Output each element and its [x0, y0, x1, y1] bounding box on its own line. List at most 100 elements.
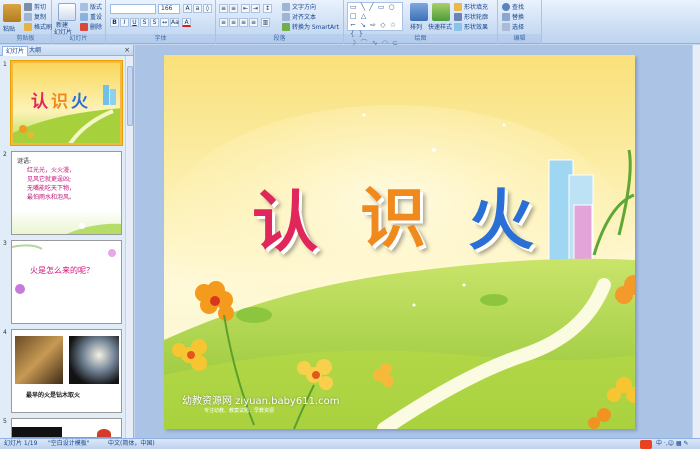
- editing-group-label: 编辑: [498, 34, 541, 43]
- effects-icon: [454, 22, 462, 31]
- paste-icon[interactable]: [3, 4, 21, 22]
- language-status[interactable]: 中文(简体，中国): [108, 439, 155, 449]
- align-text-button[interactable]: 对齐文本: [282, 12, 316, 21]
- delete-icon: [80, 22, 88, 31]
- arrange-button[interactable]: 排列: [410, 22, 422, 31]
- arrange-icon[interactable]: [410, 3, 428, 21]
- text-direction-button[interactable]: 文字方向: [282, 2, 316, 11]
- shape-fill-button[interactable]: 形状填充: [454, 2, 488, 11]
- slides-panel: 幻灯片 大纲 × 1 认识火 2 谜语: 红光光，火火漫， 见风它就更逞凶; 无…: [0, 45, 134, 438]
- font-size-combo[interactable]: 166: [158, 4, 180, 14]
- thumbnail-number: 3: [3, 240, 7, 247]
- theme-status: "空白设计模板": [48, 440, 90, 447]
- slide-thumbnail-1[interactable]: 认识火: [11, 61, 122, 145]
- paste-button[interactable]: 粘贴: [3, 24, 15, 33]
- watermark-text: 幼教资源网 ziyuan.baby611.com: [182, 396, 340, 407]
- delete-slide-button[interactable]: 删除: [80, 22, 102, 31]
- new-slide-icon[interactable]: [58, 3, 76, 21]
- columns-button[interactable]: ▥: [261, 18, 270, 27]
- thumbnail-5-red-block: [97, 429, 111, 437]
- select-button[interactable]: 选择: [502, 22, 524, 31]
- clear-format-button[interactable]: ◊: [203, 4, 212, 13]
- slides-group: 新建 幻灯片 版式 重设 删除 幻灯片: [52, 0, 106, 44]
- thumbnail-4-caption: 最早的火是钻木取火: [26, 392, 81, 399]
- font-name-combo[interactable]: [110, 4, 156, 14]
- line-spacing-button[interactable]: ↕: [263, 4, 272, 13]
- thumbnail-number: 2: [3, 151, 7, 158]
- copy-button[interactable]: 复制: [24, 12, 46, 21]
- replace-button[interactable]: 替换: [502, 12, 524, 21]
- thumbnail-scroll-thumb[interactable]: [127, 66, 133, 126]
- slide-thumbnail-3[interactable]: 火是怎么来的呢？: [11, 240, 122, 324]
- smartart-icon: [282, 22, 290, 31]
- shapes-gallery[interactable]: ▭ ╲ ╱ ▭ ○ □ △⌐ ↘ ⇨ ◇ ☆ { }☽ ⌒ ∿ ◠ ⊂ ⊃: [347, 2, 403, 56]
- tab-outline[interactable]: 大纲: [26, 46, 44, 56]
- numbering-button[interactable]: ≡: [229, 4, 238, 13]
- clipboard-group-label: 剪贴板: [0, 34, 51, 43]
- slide-editor: 认 识 火 幼教资源网 ziyuan.baby611.com 专注幼教、教案试题…: [135, 45, 700, 438]
- reset-button[interactable]: 重设: [80, 12, 102, 21]
- bullets-button[interactable]: ≡: [219, 4, 228, 13]
- editor-scrollbar[interactable]: [692, 45, 700, 438]
- align-left-button[interactable]: ≡: [219, 18, 228, 27]
- reset-icon: [80, 12, 88, 21]
- format-painter-button[interactable]: 格式刷: [24, 22, 52, 31]
- bold-button[interactable]: B: [110, 18, 119, 27]
- thumbnail-3-text: 火是怎么来的呢？: [30, 266, 94, 275]
- quick-styles-icon[interactable]: [432, 3, 450, 21]
- slide-thumbnail-5[interactable]: [11, 418, 122, 438]
- find-icon: [502, 2, 510, 11]
- slide-thumbnail-2[interactable]: 谜语: 红光光，火火漫， 见风它就更逞凶; 无嘴能吃天下物， 最怕雨水和泡风。: [11, 151, 122, 235]
- tab-slides[interactable]: 幻灯片: [2, 46, 29, 56]
- copy-icon: [24, 12, 32, 21]
- drawing-group-label: 绘图: [344, 34, 497, 43]
- close-panel-icon[interactable]: ×: [124, 46, 130, 54]
- strikethrough-button[interactable]: S: [140, 18, 149, 27]
- quick-styles-button[interactable]: 快速样式: [428, 22, 452, 31]
- current-slide[interactable]: 认 识 火 幼教资源网 ziyuan.baby611.com 专注幼教、教案试题…: [164, 55, 635, 429]
- decrease-indent-button[interactable]: ⇤: [241, 4, 250, 13]
- thumbnail-scrollbar[interactable]: [125, 56, 133, 438]
- drawing-group: ▭ ╲ ╱ ▭ ○ □ △⌐ ↘ ⇨ ◇ ☆ { }☽ ⌒ ∿ ◠ ⊂ ⊃ 排列…: [344, 0, 498, 56]
- font-color-button[interactable]: A: [182, 18, 191, 27]
- shape-outline-button[interactable]: 形状轮廓: [454, 12, 488, 21]
- ime-logo-icon[interactable]: [640, 440, 652, 449]
- align-text-icon: [282, 12, 290, 21]
- thumbnail-3-art: [12, 244, 116, 294]
- align-right-button[interactable]: ≡: [239, 18, 248, 27]
- char-spacing-button[interactable]: ↔: [160, 18, 169, 27]
- slide-thumbnail-4[interactable]: 最早的火是钻木取火: [11, 329, 122, 413]
- clipboard-group: 粘贴 剪切 复制 格式刷 剪贴板: [0, 0, 52, 44]
- outline-icon: [454, 12, 462, 21]
- ime-toolbar[interactable]: 中 ·,☺ ▦ ✎: [656, 439, 689, 449]
- smartart-button[interactable]: 转换为 SmartArt: [282, 22, 339, 31]
- fill-icon: [454, 2, 462, 11]
- shape-effects-button[interactable]: 形状效果: [454, 22, 488, 31]
- slides-group-label: 幻灯片: [52, 34, 105, 43]
- select-icon: [502, 22, 510, 31]
- shrink-font-button[interactable]: a: [193, 4, 202, 13]
- align-center-button[interactable]: ≡: [229, 18, 238, 27]
- brush-icon: [24, 22, 32, 31]
- slide-title-char-3: 火: [468, 181, 534, 259]
- thumbnail-5-dark-block: [12, 427, 62, 437]
- justify-button[interactable]: ≡: [249, 18, 258, 27]
- italic-button[interactable]: I: [120, 18, 129, 27]
- slide-title-char-2: 识: [360, 179, 426, 257]
- status-bar: 幻灯片 1/19 "空白设计模板" 中文(简体，中国) 中 ·,☺ ▦ ✎: [0, 438, 700, 449]
- underline-button[interactable]: U: [130, 18, 139, 27]
- grow-font-button[interactable]: A: [183, 4, 192, 13]
- thumbnail-number: 5: [3, 418, 7, 425]
- find-button[interactable]: 查找: [502, 2, 524, 11]
- shadow-button[interactable]: S: [150, 18, 159, 27]
- cut-button[interactable]: 剪切: [24, 2, 46, 11]
- layout-button[interactable]: 版式: [80, 2, 102, 11]
- scissors-icon: [24, 2, 32, 11]
- change-case-button[interactable]: Aa: [170, 18, 179, 27]
- editing-group: 查找 替换 选择 编辑: [498, 0, 542, 44]
- text-direction-icon: [282, 2, 290, 11]
- font-group: 166 A a ◊ B I U S S ↔ Aa A 字体: [106, 0, 216, 44]
- thumbnail-2-art: [66, 223, 121, 234]
- increase-indent-button[interactable]: ⇥: [251, 4, 260, 13]
- thumbnail-number: 4: [3, 329, 7, 336]
